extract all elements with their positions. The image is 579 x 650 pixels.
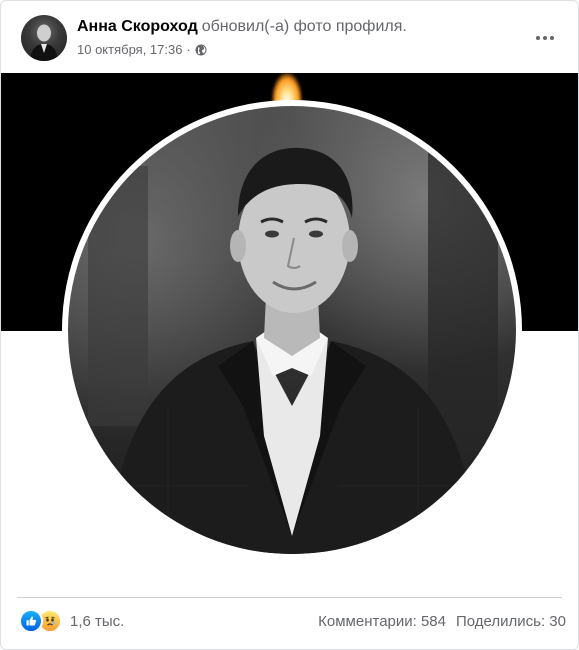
- author-avatar[interactable]: [21, 15, 67, 61]
- meta-separator: ·: [186, 42, 191, 57]
- post-meta: 10 октября, 17:36 ·: [77, 42, 207, 57]
- globe-icon[interactable]: [195, 44, 207, 56]
- dot: [550, 36, 554, 40]
- profile-photo[interactable]: [62, 100, 522, 560]
- person-silhouette-icon: [30, 24, 58, 61]
- reactions-summary[interactable]: 1,6 тыс.: [19, 609, 124, 633]
- post-timestamp-link[interactable]: 10 октября, 17:36: [77, 42, 182, 57]
- post-card: Анна Скороход обновил(-а) фото профиля. 1…: [0, 0, 579, 650]
- profile-photo-image: [68, 106, 516, 554]
- comments-count-link[interactable]: Комментарии: 584: [318, 613, 446, 630]
- reaction-count[interactable]: 1,6 тыс.: [70, 613, 124, 630]
- post-header: Анна Скороход обновил(-а) фото профиля. 1…: [1, 1, 578, 73]
- author-name-link[interactable]: Анна Скороход: [77, 18, 198, 35]
- like-icon: [19, 609, 43, 633]
- portrait-illustration: [88, 146, 498, 554]
- shares-count-link[interactable]: Поделились: 30: [456, 613, 566, 630]
- footer-divider: [17, 597, 562, 598]
- post-action-text: обновил(-а) фото профиля.: [201, 18, 407, 35]
- dot: [536, 36, 540, 40]
- dot: [543, 36, 547, 40]
- post-title-line: Анна Скороход обновил(-а) фото профиля.: [77, 18, 407, 36]
- more-options-icon[interactable]: [530, 23, 560, 53]
- post-stats: Комментарии: 584 Поделились: 30: [318, 613, 566, 630]
